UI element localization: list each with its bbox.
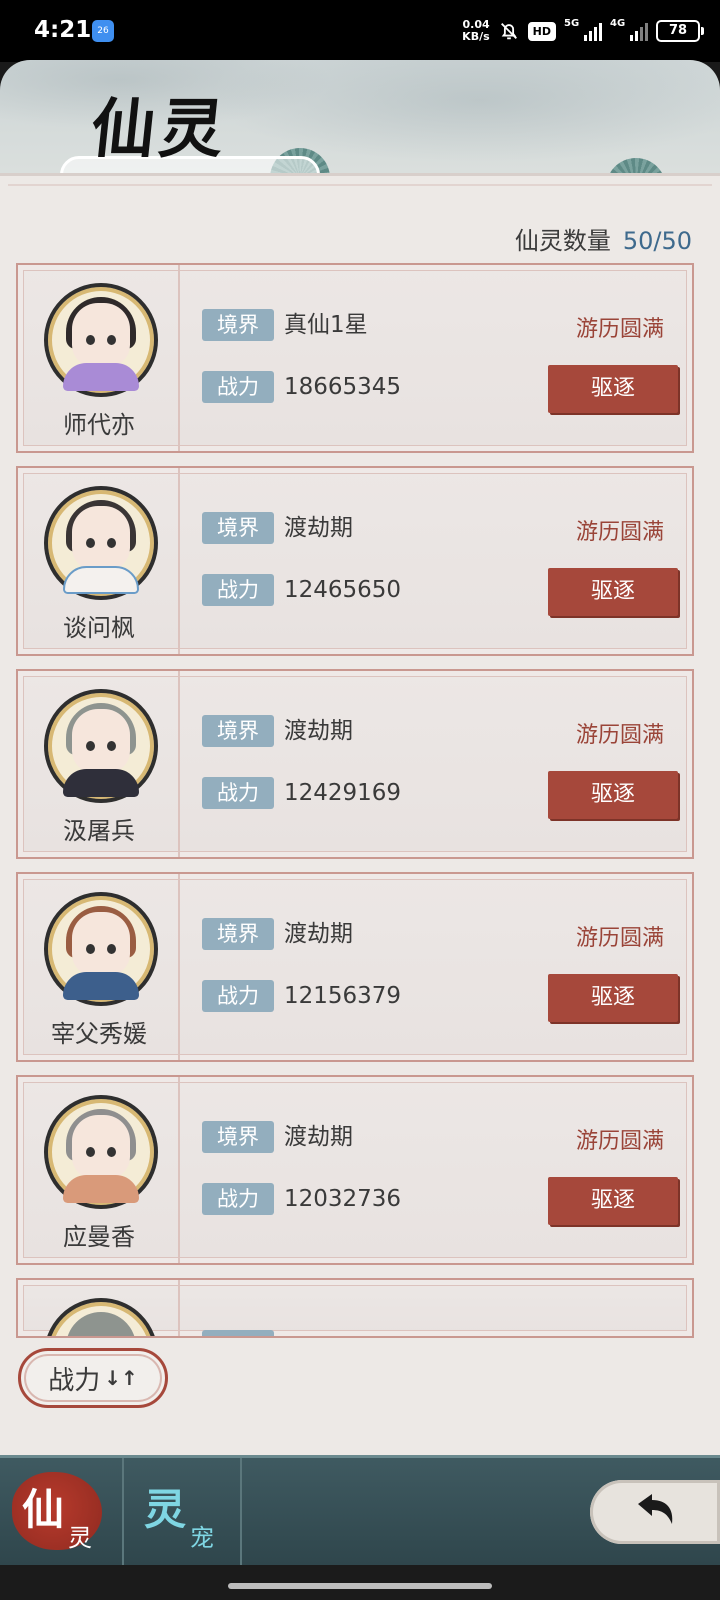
spirit-list: 师代亦 境界 真仙1星 战力 18665345 游历圆满 驱逐 谈问枫 境界 渡… bbox=[16, 263, 694, 1338]
back-button[interactable] bbox=[590, 1480, 720, 1544]
signal-4g-icon: 4G bbox=[610, 18, 648, 41]
avatar-robe bbox=[63, 972, 139, 1000]
app-notification-icon: 26 bbox=[92, 20, 114, 42]
power-value: 18665345 bbox=[284, 374, 402, 400]
avatar[interactable] bbox=[44, 892, 158, 1006]
avatar-hair bbox=[66, 1312, 136, 1336]
power-tag: 战力 bbox=[202, 371, 274, 403]
system-home-bar bbox=[0, 1565, 720, 1600]
sort-label: 战力 bbox=[48, 1365, 101, 1396]
realm-tag: 境界 bbox=[202, 309, 274, 341]
tab-main-glyph: 仙 bbox=[22, 1485, 65, 1534]
tab-spirits[interactable]: 仙 灵 bbox=[0, 1458, 120, 1568]
spirit-card: 师代亦 境界 真仙1星 战力 18665345 游历圆满 驱逐 bbox=[16, 263, 694, 453]
hd-voice-icon: HD bbox=[527, 21, 556, 41]
power-value: 12429169 bbox=[284, 780, 402, 806]
sim1-label: 5G bbox=[564, 18, 580, 29]
realm-tag: 境界 bbox=[202, 512, 274, 544]
tab-main-glyph: 灵 bbox=[144, 1485, 187, 1534]
power-tag: 战力 bbox=[202, 574, 274, 606]
spirit-name: 汲屠兵 bbox=[63, 817, 135, 845]
avatar-face bbox=[72, 912, 130, 976]
avatar-robe bbox=[63, 566, 139, 594]
spirit-name: 宰父秀媛 bbox=[51, 1020, 147, 1048]
realm-value: 渡劫期 bbox=[284, 515, 353, 541]
signal-5g-icon: 5G bbox=[564, 18, 602, 41]
spirit-card: 汲屠兵 境界 渡劫期 战力 12429169 游历圆满 驱逐 bbox=[16, 669, 694, 859]
spirit-avatar-column bbox=[18, 1280, 180, 1336]
realm-tag: 境界 bbox=[202, 1121, 274, 1153]
power-tag: 战力 bbox=[202, 1183, 274, 1215]
sim2-label: 4G bbox=[610, 18, 626, 29]
net-speed: 0.04 KB/s bbox=[462, 19, 489, 43]
spirit-count-label: 仙灵数量 bbox=[514, 227, 611, 255]
travel-status: 游历圆满 bbox=[575, 926, 664, 951]
avatar[interactable] bbox=[44, 283, 158, 397]
net-speed-unit: KB/s bbox=[462, 30, 490, 43]
realm-tag: 境界 bbox=[202, 715, 274, 747]
spirit-card-partial bbox=[16, 1278, 694, 1338]
avatar[interactable] bbox=[44, 486, 158, 600]
realm-value: 真仙1星 bbox=[284, 312, 368, 338]
spirit-card: 应曼香 境界 渡劫期 战力 12032736 游历圆满 驱逐 bbox=[16, 1075, 694, 1265]
tab-pets[interactable]: 灵 宠 bbox=[122, 1458, 242, 1568]
avatar[interactable] bbox=[44, 1298, 158, 1336]
expel-button[interactable]: 驱逐 bbox=[548, 1177, 678, 1225]
spirit-list-frame[interactable]: 仙灵数量 50/50 师代亦 境界 真仙1星 战力 18665345 游历圆满 bbox=[0, 173, 720, 1455]
travel-status: 游历圆满 bbox=[575, 1129, 664, 1154]
avatar-face bbox=[72, 709, 130, 773]
tab-sub-glyph: 宠 bbox=[190, 1524, 214, 1552]
realm-tag bbox=[202, 1330, 274, 1336]
spirit-count-value: 50/50 bbox=[622, 227, 692, 255]
bell-muted-icon bbox=[500, 23, 517, 40]
page-title: 仙灵 bbox=[87, 92, 232, 167]
spirit-avatar-column: 谈问枫 bbox=[18, 468, 180, 654]
spirit-avatar-column: 师代亦 bbox=[18, 265, 180, 451]
status-indicators: 0.04 KB/s HD 5G 4G 78 bbox=[462, 16, 704, 46]
avatar[interactable] bbox=[44, 1095, 158, 1209]
avatar-robe bbox=[63, 1175, 139, 1203]
expel-button[interactable]: 驱逐 bbox=[548, 974, 678, 1022]
expel-button[interactable]: 驱逐 bbox=[548, 365, 678, 413]
spirit-count: 仙灵数量 50/50 bbox=[515, 221, 692, 256]
tab-sub-glyph: 灵 bbox=[68, 1524, 92, 1552]
spirits-panel: 仙灵 仙灵数量 50/50 师代亦 境界 真仙1星 战力 18665345 游历… bbox=[0, 60, 720, 1455]
avatar-face bbox=[72, 303, 130, 367]
bottom-nav: 仙 灵 灵 宠 bbox=[0, 1455, 720, 1568]
avatar-robe bbox=[63, 363, 139, 391]
spirit-avatar-column: 宰父秀媛 bbox=[18, 874, 180, 1060]
status-time: 4:21 bbox=[34, 17, 92, 43]
realm-tag: 境界 bbox=[202, 918, 274, 950]
spirit-name: 谈问枫 bbox=[63, 614, 135, 642]
expel-button[interactable]: 驱逐 bbox=[548, 771, 678, 819]
avatar[interactable] bbox=[44, 689, 158, 803]
battery-icon: 78 bbox=[656, 20, 704, 42]
power-tag: 战力 bbox=[202, 980, 274, 1012]
realm-value: 渡劫期 bbox=[284, 921, 353, 947]
home-indicator[interactable] bbox=[228, 1583, 492, 1589]
status-bar: 4:21 26 0.04 KB/s HD 5G 4G 78 bbox=[0, 0, 720, 62]
travel-status: 游历圆满 bbox=[575, 317, 664, 342]
spirit-card: 谈问枫 境界 渡劫期 战力 12465650 游历圆满 驱逐 bbox=[16, 466, 694, 656]
spirit-avatar-column: 汲屠兵 bbox=[18, 671, 180, 857]
realm-value: 渡劫期 bbox=[284, 718, 353, 744]
sort-by-power-button[interactable]: 战力 ↓↑ bbox=[18, 1348, 168, 1408]
spirit-avatar-column: 应曼香 bbox=[18, 1077, 180, 1263]
power-value: 12156379 bbox=[284, 983, 402, 1009]
avatar-face bbox=[72, 1115, 130, 1179]
realm-value: 渡劫期 bbox=[284, 1124, 353, 1150]
spirit-card: 宰父秀媛 境界 渡劫期 战力 12156379 游历圆满 驱逐 bbox=[16, 872, 694, 1062]
spirit-name: 师代亦 bbox=[63, 411, 135, 439]
spirit-name: 应曼香 bbox=[63, 1223, 135, 1251]
power-value: 12465650 bbox=[284, 577, 402, 603]
expel-button[interactable]: 驱逐 bbox=[548, 568, 678, 616]
sort-arrows-icon: ↓↑ bbox=[104, 1366, 138, 1390]
power-value: 12032736 bbox=[284, 1186, 402, 1212]
travel-status: 游历圆满 bbox=[575, 520, 664, 545]
travel-status: 游历圆满 bbox=[575, 723, 664, 748]
power-tag: 战力 bbox=[202, 777, 274, 809]
back-arrow-icon bbox=[638, 1494, 673, 1524]
avatar-face bbox=[72, 506, 130, 570]
avatar-robe bbox=[63, 769, 139, 797]
